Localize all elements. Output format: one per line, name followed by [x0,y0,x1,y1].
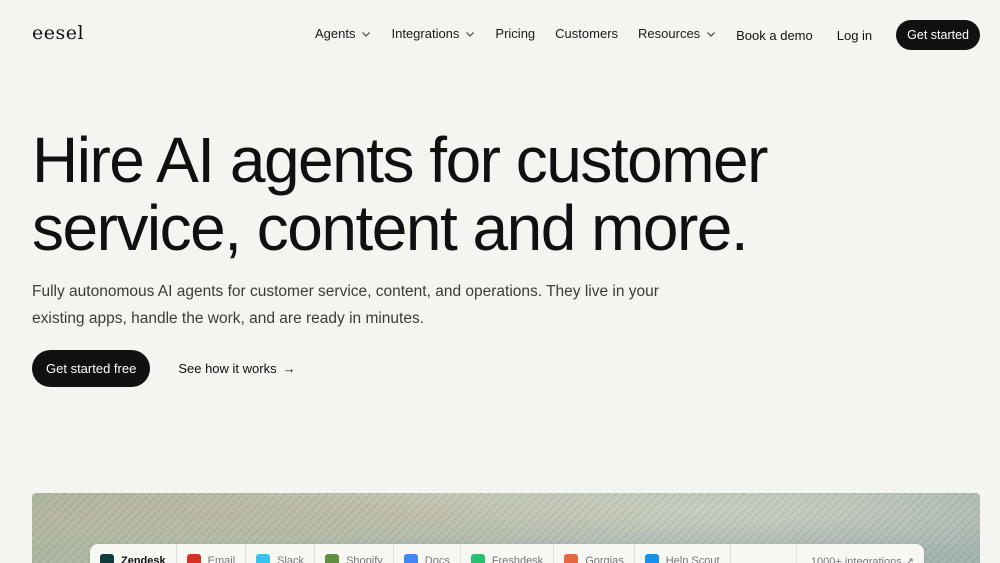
tab-freshdesk[interactable]: Freshdesk [461,544,555,563]
tab-email[interactable]: Email [177,544,247,563]
site-header: eesel Agents Integrations Pricing Custom… [0,0,1000,70]
shopify-icon [325,554,340,563]
main-nav: Agents Integrations Pricing Customers Re… [315,26,716,41]
tab-label: Shopify [346,555,383,563]
chevron-down-icon [466,31,475,37]
helpscout-icon [644,554,659,563]
nav-label: Resources [638,26,701,41]
integrations-tabbar: Zendesk Email Slack Shopify Docs Freshdesk Gor… [90,544,924,563]
tab-label: Email [207,555,236,563]
tab-zendesk[interactable]: Zendesk [90,544,177,563]
get-started-button[interactable]: Get started [896,20,980,50]
tab-gorgias[interactable]: Gorgias [554,544,635,563]
integrations-more-link[interactable]: 1000+ integrations ↗ [795,544,924,563]
nav-label: Customers [555,26,619,41]
tab-docs[interactable]: Docs [394,544,461,563]
tab-shopify[interactable]: Shopify [315,544,394,563]
tab-label: Freshdesk [491,555,544,563]
login-link[interactable]: Log in [837,28,872,43]
gorgias-icon [564,554,579,563]
zendesk-icon [100,554,114,563]
gmail-icon [186,554,201,563]
nav-item-pricing[interactable]: Pricing [495,26,535,41]
nav-item-agents[interactable]: Agents [315,26,371,41]
nav-label: Pricing [495,26,536,41]
nav-label: Agents [315,26,356,41]
tab-label: Docs [424,555,450,563]
book-demo-link[interactable]: Book a demo [736,28,813,43]
tab-label: Help Scout [665,555,720,563]
nav-label: Integrations [391,26,460,41]
hero-title: Hire AI agents for customer service, con… [32,126,852,262]
arrow-right-icon: → [282,361,296,376]
chevron-down-icon [707,31,716,37]
hero-title-line-1: Hire AI agents for customer [32,124,768,196]
nav-item-integrations[interactable]: Integrations [391,26,475,41]
product-preview-panel: Zendesk Email Slack Shopify Docs Freshdesk Gor… [32,493,980,563]
get-started-free-button[interactable]: Get started free [32,350,151,387]
tab-label: Slack [277,555,305,563]
tab-label: Gorgias [585,555,624,563]
nav-item-customers[interactable]: Customers [555,26,618,41]
tab-help-scout[interactable]: Help Scout [635,544,731,563]
chevron-down-icon [362,31,371,37]
cta-row: Get started free See how it works → [32,350,296,387]
freshdesk-icon [470,554,485,563]
header-actions: Book a demo Log in Get started [736,20,980,50]
docs-icon [403,554,418,563]
hero-title-line-2: service, content and more. [32,192,749,264]
hero-subtitle: Fully autonomous AI agents for customer … [32,283,659,327]
eesel-logo[interactable]: eesel [32,22,84,44]
see-how-label: See how it works [178,361,277,376]
tab-slack[interactable]: Slack [246,544,316,563]
see-how-it-works-link[interactable]: See how it works → [178,361,295,376]
nav-item-resources[interactable]: Resources [638,26,716,41]
tab-label: Zendesk [121,555,166,563]
slack-icon [256,554,271,563]
